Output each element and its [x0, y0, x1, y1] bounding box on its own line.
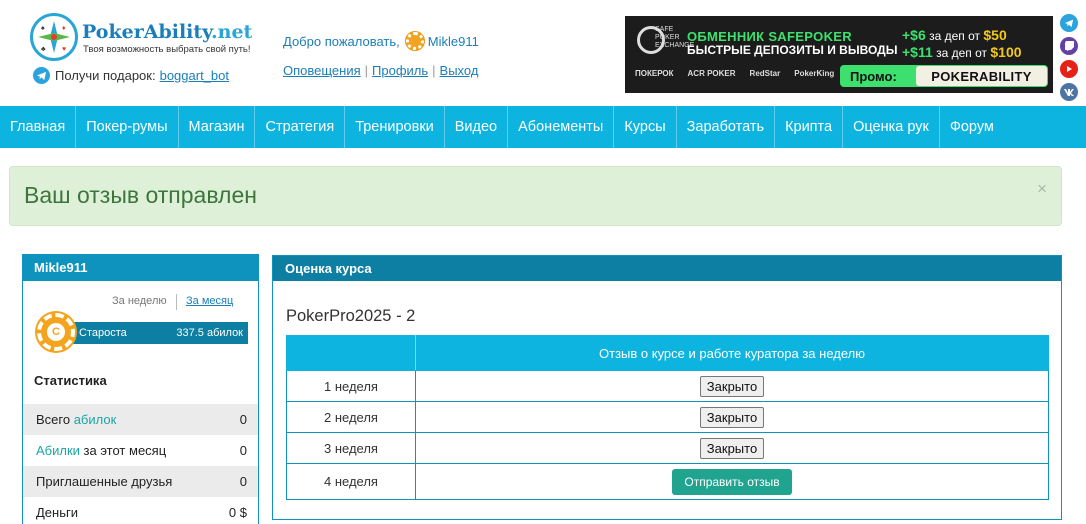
close-icon[interactable]: × [1037, 179, 1047, 199]
week-label: 4 неделя [286, 463, 416, 500]
main-nav: Главная Покер-румы Магазин Стратегия Тре… [0, 106, 1086, 148]
nav-subscriptions[interactable]: Абонементы [508, 106, 615, 148]
svg-text:♠: ♠ [41, 25, 45, 32]
social-links [1060, 14, 1078, 106]
abilki-month-link[interactable]: Абилки [36, 443, 80, 458]
nav-hand-review[interactable]: Оценка рук [843, 106, 940, 148]
stat-value: 0 [239, 443, 247, 458]
telegram-social-icon[interactable] [1060, 14, 1078, 32]
logo-slogan: Твоя возможность выбрать свой путь! [83, 44, 251, 55]
course-review-panel: Оценка курса PokerPro2025 - 2 Отзыв о ку… [272, 255, 1062, 520]
welcome-line: Добро пожаловать, Mikle911 [283, 32, 479, 50]
table-row: 4 неделя Отправить отзыв [286, 463, 1049, 500]
column-header: Отзыв о курсе и работе куратора за недел… [415, 335, 1049, 371]
nav-training[interactable]: Тренировки [345, 106, 445, 148]
safepoker-banner[interactable]: SAFE POKER EXCHANGE ОБМЕННИК SAFEPOKER Б… [625, 16, 1053, 93]
closed-button[interactable]: Закрыто [699, 437, 765, 459]
banner-bonus-1: +$6 за деп от $50 [902, 27, 1007, 43]
nav-courses[interactable]: Курсы [614, 106, 677, 148]
nav-earn[interactable]: Заработать [677, 106, 776, 148]
week-label: 1 неделя [286, 370, 416, 402]
header-username[interactable]: Mikle911 [428, 34, 479, 49]
promo-code: POKERABILITY [916, 66, 1047, 86]
banner-subtitle: БЫСТРЫЕ ДЕПОЗИТЫ И ВЫВОДЫ [687, 43, 898, 57]
nav-crypto[interactable]: Крипта [775, 106, 844, 148]
rank-value: 337.5 абилок [176, 327, 243, 339]
banner-rooms: ПОКЕРОК ACR POKER RedStar PokerKing [635, 69, 835, 78]
sidebar-username: Mikle911 [23, 255, 258, 281]
user-links: Оповещения | Профиль | Выход [283, 63, 479, 78]
stats-title: Статистика [34, 373, 107, 388]
site-logo[interactable]: ♠ ♦ ♣ ♥ PokerAbility.net Твоя возможност… [30, 13, 252, 63]
week-label: 3 неделя [286, 432, 416, 464]
panel-title: Оценка курса [273, 256, 1061, 281]
profile-link[interactable]: Профиль [372, 63, 428, 78]
logout-link[interactable]: Выход [440, 63, 479, 78]
rank-name: Староста [79, 327, 127, 339]
table-row: 3 неделя Закрыто [286, 432, 1049, 464]
svg-text:♣: ♣ [41, 46, 46, 53]
stat-value: 0 $ [228, 505, 247, 520]
nav-forum[interactable]: Форум [940, 106, 1004, 148]
course-title: PokerPro2025 - 2 [286, 307, 416, 325]
site-header: ♠ ♦ ♣ ♥ PokerAbility.net Твоя возможност… [0, 0, 1086, 106]
weeks-table: Отзыв о курсе и работе куратора за недел… [286, 335, 1049, 500]
notifications-link[interactable]: Оповещения [283, 63, 361, 78]
nav-home[interactable]: Главная [0, 106, 77, 148]
svg-text:♥: ♥ [62, 46, 66, 53]
table-row: 2 неделя Закрыто [286, 401, 1049, 433]
telegram-icon [33, 67, 50, 84]
twitch-icon[interactable] [1060, 37, 1078, 55]
closed-button[interactable]: Закрыто [699, 375, 765, 397]
poker-chip-icon [405, 32, 424, 50]
stat-value: 0 [239, 474, 247, 489]
stat-row-month: Абилки за этот месяц 0 [36, 443, 247, 458]
alert-message: Ваш отзыв отправлен [24, 182, 257, 208]
success-alert: Ваш отзыв отправлен × [9, 166, 1062, 226]
svg-text:♦: ♦ [62, 25, 66, 32]
compass-logo-icon: ♠ ♦ ♣ ♥ [30, 13, 78, 61]
rank-chip-icon: С [37, 313, 75, 351]
stat-row-friends: Приглашенные друзья 0 [23, 466, 258, 497]
rank-bar: Староста 337.5 абилок [57, 322, 248, 344]
week-label: 2 неделя [286, 401, 416, 433]
table-row: 1 неделя Закрыто [286, 370, 1049, 402]
logo-name: PokerAbility.net [82, 21, 253, 43]
period-week[interactable]: За неделю [112, 295, 167, 307]
stat-value: 0 [239, 412, 247, 427]
gift-bot-link[interactable]: boggart_bot [160, 68, 229, 83]
youtube-icon[interactable] [1060, 60, 1078, 78]
abilki-link[interactable]: абилок [74, 412, 117, 427]
gift-line: Получи подарок: boggart_bot [33, 67, 229, 84]
nav-shop[interactable]: Магазин [179, 106, 256, 148]
welcome-text: Добро пожаловать, [283, 33, 400, 49]
stat-row-money: Деньги 0 $ [36, 505, 247, 520]
closed-button[interactable]: Закрыто [699, 406, 765, 428]
banner-bonus-2: +$11 за деп от $100 [902, 44, 1022, 60]
vk-icon[interactable] [1060, 83, 1078, 101]
table-header-row: Отзыв о курсе и работе куратора за недел… [286, 335, 1049, 371]
gift-label: Получи подарок: [55, 68, 156, 83]
nav-poker-rooms[interactable]: Покер-румы [76, 106, 179, 148]
nav-strategy[interactable]: Стратегия [255, 106, 346, 148]
period-month[interactable]: За месяц [186, 295, 233, 307]
stat-row-total: Всего абилок 0 [23, 404, 258, 435]
banner-promo: Промо: POKERABILITY [840, 65, 1048, 87]
user-sidebar: Mikle911 За неделю За месяц Староста 337… [22, 254, 259, 524]
nav-video[interactable]: Видео [445, 106, 509, 148]
send-review-button[interactable]: Отправить отзыв [672, 468, 792, 495]
banner-title: ОБМЕННИК SAFEPOKER [687, 29, 852, 44]
